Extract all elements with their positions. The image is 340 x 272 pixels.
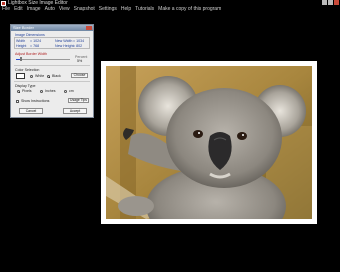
menu-make-copy[interactable]: Make a copy of this program: [158, 6, 221, 13]
dialog-title: Size Border: [13, 25, 34, 30]
size-border-dialog: Size Border Image Dimensions Width = 102…: [10, 24, 94, 118]
display-type-label: Display Type: [15, 84, 36, 88]
new-width-label: New Width: [55, 39, 73, 43]
border-width-slider-track: [16, 59, 70, 60]
menu-bar: File Edit Image Auto View Snapshot Setti…: [0, 6, 340, 13]
separator: [14, 65, 90, 66]
usage-tips-button[interactable]: Usage Tips: [68, 98, 89, 103]
color-black-radio[interactable]: [47, 75, 50, 78]
height-label: Height: [16, 44, 27, 48]
show-instructions-label: Show Instructions: [21, 99, 50, 103]
display-cm-label: cm: [69, 89, 74, 93]
border-color-swatch: [16, 73, 25, 79]
choose-color-button[interactable]: Choose: [71, 73, 88, 78]
dialog-title-bar[interactable]: Size Border: [11, 25, 93, 31]
new-width-value: = 1034: [73, 39, 85, 43]
menu-help[interactable]: Help: [121, 6, 131, 13]
accept-button[interactable]: Accept: [63, 108, 87, 114]
border-width-slider[interactable]: [20, 57, 22, 61]
koala-illustration: [106, 66, 312, 219]
show-instructions-checkbox[interactable]: [16, 100, 19, 103]
width-value: = 1024: [30, 39, 42, 43]
color-black-label: Black: [52, 74, 61, 78]
separator: [14, 81, 90, 82]
close-button[interactable]: [334, 0, 339, 5]
color-selection-label: Color Selection: [15, 68, 40, 72]
height-value: = 768: [30, 44, 40, 48]
display-pixels-radio[interactable]: [17, 90, 20, 93]
maximize-button[interactable]: [328, 0, 333, 5]
display-cm-radio[interactable]: [64, 90, 67, 93]
app-icon: [1, 0, 6, 6]
dialog-close-button[interactable]: [86, 26, 92, 30]
display-inches-label: Inches: [45, 89, 56, 93]
color-white-radio[interactable]: [30, 75, 33, 78]
koala-photo: [106, 66, 312, 219]
menu-view[interactable]: View: [59, 6, 70, 13]
menu-settings[interactable]: Settings: [99, 6, 117, 13]
width-label: Width: [16, 39, 26, 43]
menu-auto[interactable]: Auto: [45, 6, 55, 13]
new-height-label: New Height: [55, 44, 74, 48]
menu-edit[interactable]: Edit: [14, 6, 23, 13]
color-white-label: White: [35, 74, 45, 78]
cancel-button[interactable]: Cancel: [19, 108, 43, 114]
adjust-border-label: Adjust Border Width: [15, 52, 47, 56]
menu-file[interactable]: File: [2, 6, 10, 13]
display-inches-radio[interactable]: [40, 90, 43, 93]
menu-tutorials[interactable]: Tutorials: [135, 6, 154, 13]
display-pixels-label: Pixels: [22, 89, 32, 93]
window-controls: [322, 0, 339, 5]
minimize-button[interactable]: [322, 0, 327, 5]
menu-snapshot[interactable]: Snapshot: [74, 6, 95, 13]
new-height-value: = 802: [73, 44, 83, 48]
percent-value: 5%: [77, 59, 83, 63]
menu-image[interactable]: Image: [27, 6, 41, 13]
